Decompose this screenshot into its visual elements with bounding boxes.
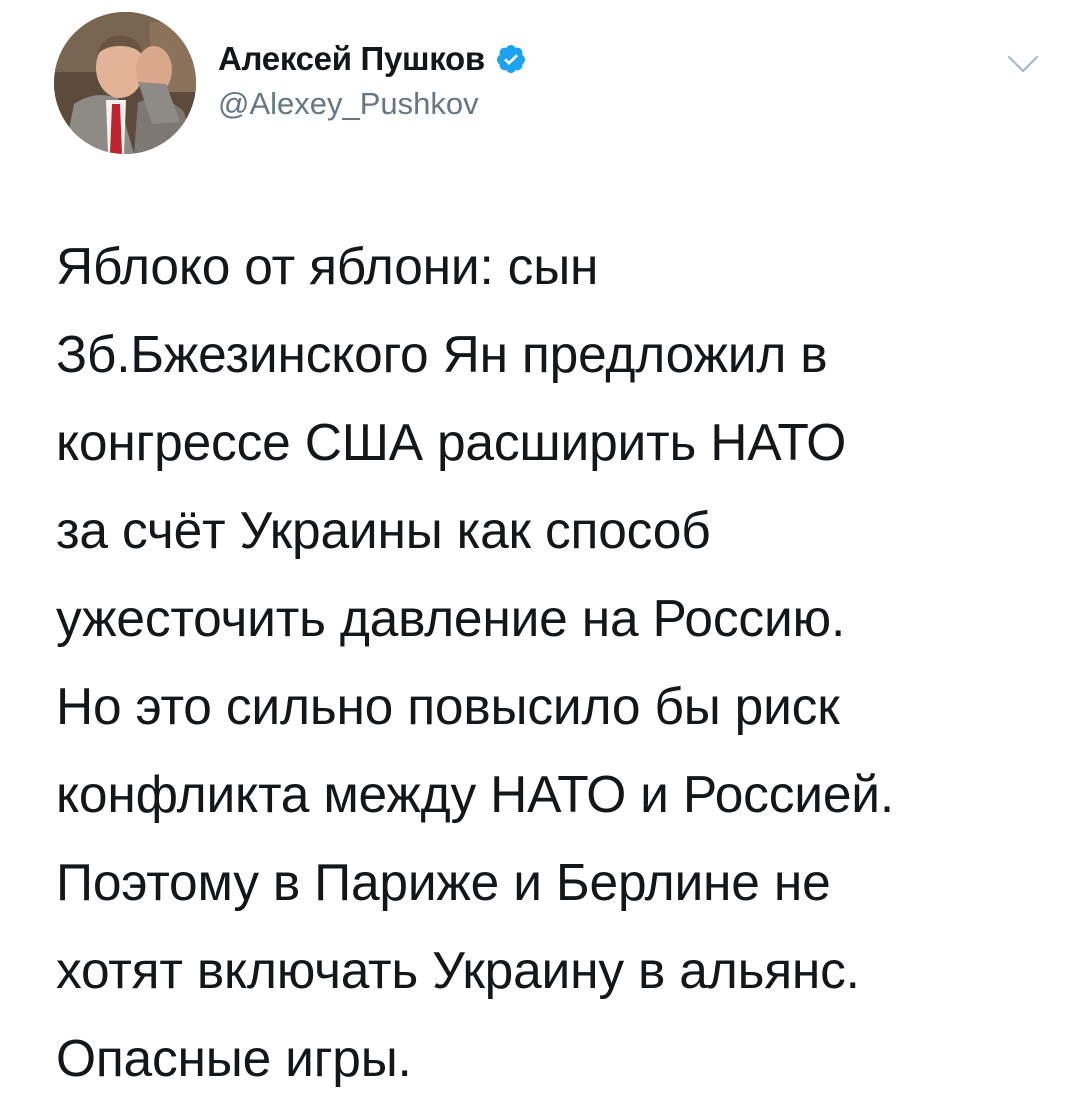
avatar[interactable] xyxy=(54,12,196,154)
tweet-text-line: конфликта между НАТО и Россией. xyxy=(56,765,894,823)
display-name[interactable]: Алексей Пушков xyxy=(218,40,485,78)
tweet-text-line: Зб.Бжезинского Ян предложил в xyxy=(56,325,828,383)
chevron-down-icon[interactable] xyxy=(1006,52,1040,76)
author-names: Алексей Пушков @Alexey_Pushkov xyxy=(218,38,527,122)
tweet-text-line: за счёт Украины как способ xyxy=(56,501,711,559)
verified-badge-icon xyxy=(495,43,527,75)
tweet-header: Алексей Пушков @Alexey_Pushkov xyxy=(54,12,1054,156)
tweet-text-line: ужесточить давление на Россию. xyxy=(56,589,846,647)
tweet-text-line: Опасные игры. xyxy=(56,1029,412,1087)
tweet-card: Алексей Пушков @Alexey_Pushkov Яблоко от… xyxy=(0,0,1084,1087)
display-name-row: Алексей Пушков xyxy=(218,38,527,80)
tweet-text-line: Но это сильно повысило бы риск xyxy=(56,677,840,735)
tweet-text: Яблоко от яблони: сын Зб.Бжезинского Ян … xyxy=(56,222,1046,1102)
tweet-text-line: хотят включать Украину в альянс. xyxy=(56,941,860,999)
tweet-text-line: Поэтому в Париже и Берлине не xyxy=(56,853,831,911)
tweet-text-line: конгрессе США расширить НАТО xyxy=(56,413,847,471)
tweet-text-line: Яблоко от яблони: сын xyxy=(56,237,599,295)
avatar-photo xyxy=(54,12,196,154)
author-handle[interactable]: @Alexey_Pushkov xyxy=(218,86,527,122)
